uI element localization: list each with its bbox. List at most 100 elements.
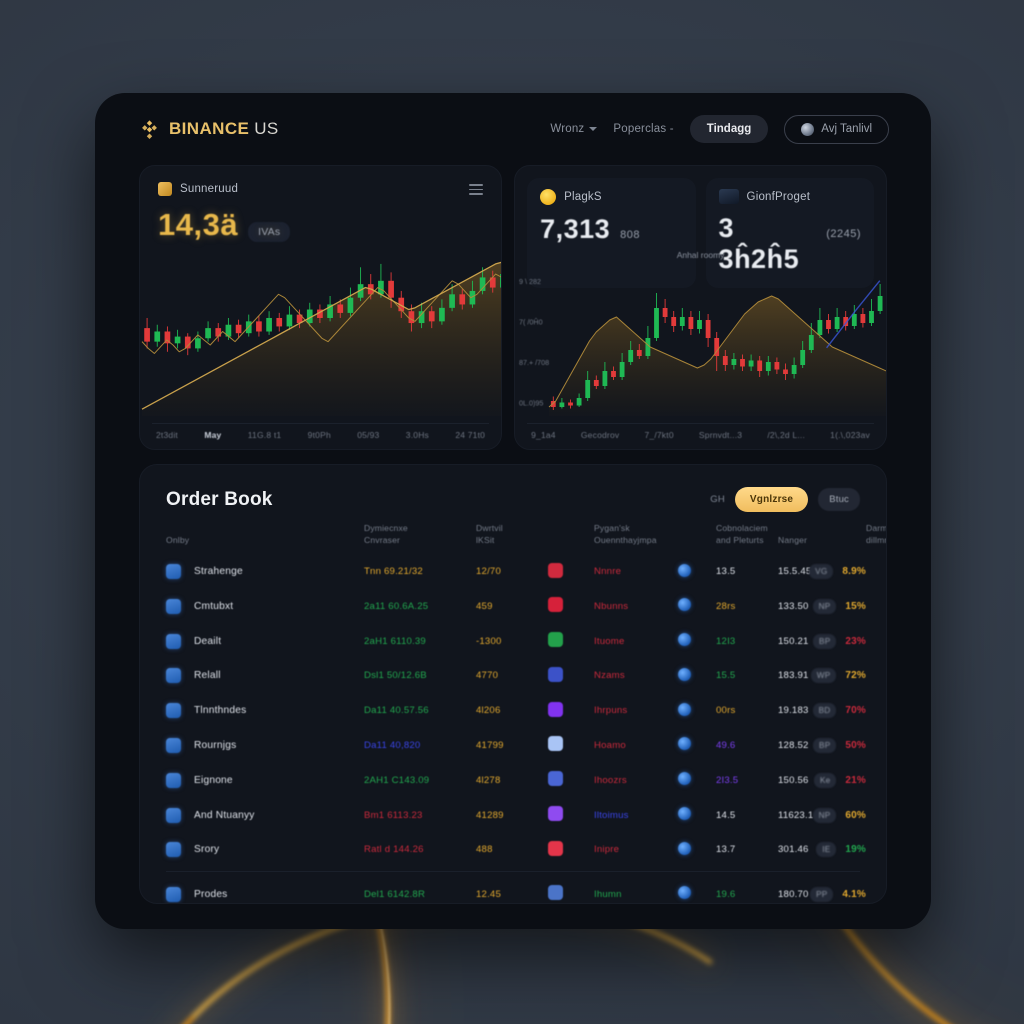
xaxis-tick: 05/93 [357,430,380,440]
main-chart-title-row: Sunneruud [158,181,484,198]
nav-item-1[interactable]: Poperclas - [613,123,673,135]
row-badge-cell [548,624,594,659]
nav-item-0[interactable]: Wronz [550,123,598,135]
table-row[interactable]: Tlnnthndes Da11 40.57.56 4l206 Ihrpuns 0… [140,693,886,728]
row-tag: Nzams [594,670,625,682]
percent-chip: BP [813,737,837,753]
row-value-1: 13.7 [716,844,736,856]
xaxis-tick: 3.0Hs [405,430,429,440]
table-row[interactable]: Cmtubxt 2a11 60.6A.25 459 Nbunns 28rs 13… [140,589,886,624]
row-badge-cell [548,832,594,867]
table-row[interactable]: Rournjgs Da11 40,820 41799 Hoamo 49.6 12… [140,728,886,763]
column-header-4[interactable]: Pygan'sk Ouennthayjmpa [594,512,678,554]
table-row[interactable]: Strahenge Tnn 69.21/32 12/70 Nnnre 13.5 … [140,554,886,589]
row-circle-icon [678,886,691,900]
row-name-cell[interactable]: Strahenge [140,554,364,589]
asset-name: Srory [194,844,220,856]
column-header-8[interactable]: Darmossonsdillmnsation [866,512,886,554]
row-name-cell[interactable]: Relall [140,659,364,694]
table-row[interactable]: Srory Ratl d 144.26 488 Inipre 13.7 301.… [140,832,886,867]
xaxis-tick: 7_/7kt0 [644,430,674,440]
secondary-button[interactable]: Btuc [818,488,860,511]
table-row[interactable]: Relall Dsl1 50/12.6B 4770 Nzams 15.5 183… [140,659,886,694]
secondary-chart-card[interactable]: PlagkS 7,313 808 GionfProget 3 3ĥ2ĥ5 (22… [514,165,887,450]
row-price: Ratl d 144.26 [364,844,424,856]
status-badge [548,885,563,901]
main-chart-plot: 2t3dit May 11G.8 t1 9t0Ph 05/93 3.0Hs 24 71t0 [140,243,502,449]
asset-name: Prodes [194,888,228,900]
stat-left-value: 7,313 [540,214,611,244]
column-header-5[interactable] [678,512,716,554]
xaxis-tick: 9_1a4 [531,430,556,440]
column-header-7[interactable]: Nanger [778,512,866,554]
percent-value: 23% [845,635,866,647]
row-circle-icon [678,563,691,577]
row-value-1: 15.5 [716,670,736,682]
table-header-row: Onlby Dymiecnxe Cnvraser Dwrtvil lKSit Pygan… [140,512,886,554]
row-icon-cell [678,798,716,833]
column-header-2[interactable]: Dwrtvil lKSit [476,512,548,554]
brand-logo[interactable]: BINANCE US [139,119,279,140]
percent-chip: PP [810,886,834,902]
main-chart-chip: IVAs [248,221,291,242]
table-row-footer[interactable]: Prodes Del1 6142.8R 12.45 Ihumn 19.6 180… [140,872,886,903]
binance-diamond-icon [139,119,160,140]
nav-item-0-label: Wronz [550,123,585,135]
table-row[interactable]: Deailt 2aH1 6110.39 -1300 Ituome 12I3 15… [140,624,886,659]
top-nav: Wronz Poperclas - Tindagg Avj Tanlivl [550,114,889,144]
row-amount: 41289 [476,809,504,821]
emoji-icon [540,189,557,205]
asset-icon [166,772,181,788]
percent-chip: BD [812,703,837,719]
hamburger-icon[interactable] [469,181,484,198]
primary-button[interactable]: Vgnlzrse [734,487,809,512]
table-row[interactable]: And Ntuanyy Bm1 6113.23 41289 Iltoimus 1… [140,798,886,833]
row-name-cell[interactable]: Srory [140,832,364,867]
account-pill[interactable]: Avj Tanlivl [784,114,889,144]
row-badge-cell [548,872,594,903]
row-name-cell[interactable]: Rournjgs [140,728,364,763]
row-name-cell[interactable]: Deailt [140,624,364,659]
ghost-button[interactable]: GH [710,494,725,505]
row-name-cell[interactable]: Cmtubxt [140,589,364,624]
column-header-3[interactable] [548,512,594,554]
row-amount: 12.45 [476,888,502,900]
row-name-cell[interactable]: Prodes [140,872,364,903]
stat-left-suffix: 808 [620,229,641,241]
asset-name: Tlnnthndes [194,705,247,717]
svg-text:87.+ /708: 87.+ /708 [519,358,549,367]
row-tag: Ihrpuns [594,705,628,717]
row-value-1: 2I3.5 [716,774,739,786]
row-price: Bm1 6113.23 [364,809,423,821]
secondary-chart-plot: Anhal roomy 9 \ 282 7( /0Ĥ0 87.+ /708 0L.0)… [515,250,887,449]
main-chart-xaxis: 2t3dit May 11G.8 t1 9t0Ph 05/93 3.0Hs 24 71t0 [140,424,501,449]
percent-chip: Ke [813,772,837,788]
row-name-cell[interactable]: Eignone [140,763,364,798]
row-percent-cell: IE 19% [816,832,886,867]
main-chart-value: 14,3ä [158,206,239,242]
status-badge [548,806,563,822]
nav-item-1-label: Poperclas - [613,123,674,135]
main-chart-card[interactable]: Sunneruud 14,3ä IVAs 2t3dit May 11G.8 t1 9t… [139,165,503,450]
table-body: Strahenge Tnn 69.21/32 12/70 Nnnre 13.5 … [140,554,886,867]
column-header-0[interactable]: Onlby [140,512,364,554]
page-title: Order Book [166,488,273,510]
xaxis-tick: 9t0Ph [307,430,331,440]
column-header-6[interactable]: Cobnolaciem and Pleturts [716,512,778,554]
row-tag: Nnnre [594,566,622,578]
row-price: Da11 40.57.56 [364,705,429,717]
cards-row: Sunneruud 14,3ä IVAs 2t3dit May 11G.8 t1 9t… [95,165,931,450]
row-percent-cell: BP 50% [813,728,886,763]
row-amount: 12/70 [476,566,502,578]
table-row[interactable]: Eignone 2AH1 C143.09 4l278 Ihoozrs 2I3.5… [140,763,886,798]
column-header-1[interactable]: Dymiecnxe Cnvraser [364,512,476,554]
asset-name: Eignone [194,774,233,786]
nav-active-pill[interactable]: Tindagg [689,115,769,143]
table-head: Onlby Dymiecnxe Cnvraser Dwrtvil lKSit Pygan… [140,512,886,554]
row-name-cell[interactable]: And Ntuanyy [140,798,364,833]
row-name-cell[interactable]: Tlnnthndes [140,693,364,728]
thumb-icon [718,189,739,204]
row-icon-cell [678,763,716,798]
row-amount: 4l206 [476,705,501,717]
percent-value: 50% [845,739,866,751]
